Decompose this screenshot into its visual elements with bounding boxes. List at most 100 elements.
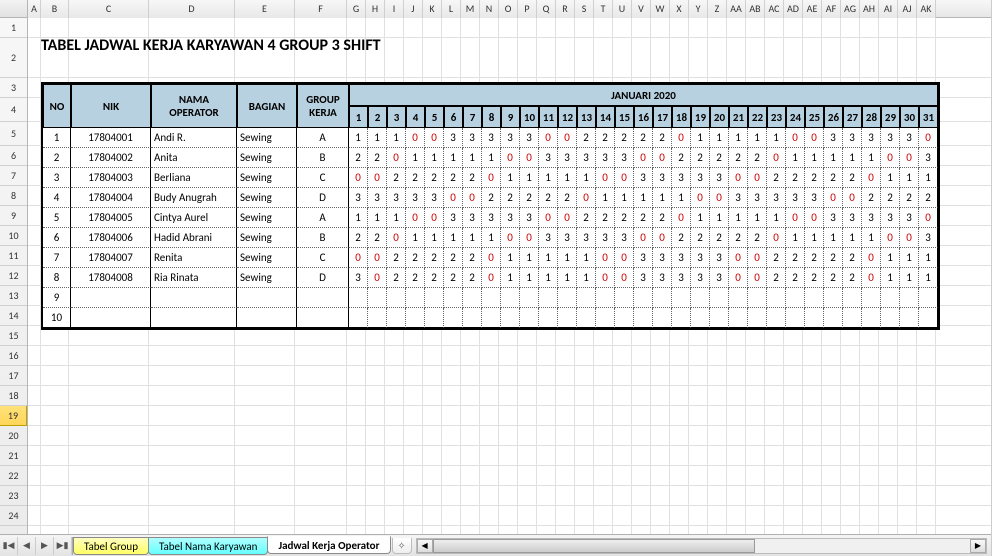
shift-cell[interactable]: 1 <box>558 168 577 188</box>
shift-cell[interactable]: 1 <box>672 188 691 208</box>
col-header-V[interactable]: V <box>632 0 651 18</box>
shift-cell[interactable] <box>596 308 615 328</box>
shift-cell[interactable] <box>881 288 900 308</box>
shift-cell[interactable]: 0 <box>862 168 881 188</box>
row-header-9[interactable]: 9 <box>0 206 27 226</box>
shift-cell[interactable]: 1 <box>463 148 482 168</box>
shift-cell[interactable] <box>805 288 824 308</box>
col-header-X[interactable]: X <box>670 0 689 18</box>
shift-cell[interactable]: 0 <box>615 268 634 288</box>
col-header-U[interactable]: U <box>613 0 632 18</box>
shift-cell[interactable]: 2 <box>653 208 672 228</box>
shift-cell[interactable]: 2 <box>425 168 444 188</box>
shift-cell[interactable]: 2 <box>767 168 786 188</box>
shift-cell[interactable] <box>615 308 634 328</box>
cell[interactable]: 7 <box>43 248 71 268</box>
shift-cell[interactable]: 3 <box>843 208 862 228</box>
shift-cell[interactable]: 2 <box>672 228 691 248</box>
col-header-T[interactable]: T <box>594 0 613 18</box>
cell[interactable]: 17804005 <box>71 208 151 228</box>
shift-cell[interactable] <box>482 288 501 308</box>
row-header-17[interactable]: 17 <box>0 366 27 386</box>
shift-cell[interactable]: 0 <box>729 168 748 188</box>
shift-cell[interactable] <box>387 308 406 328</box>
nav-last-button[interactable]: ▶▮ <box>54 537 72 555</box>
shift-cell[interactable]: 0 <box>368 268 387 288</box>
shift-cell[interactable]: 0 <box>767 228 786 248</box>
shift-cell[interactable] <box>900 308 919 328</box>
shift-cell[interactable] <box>767 308 786 328</box>
shift-cell[interactable] <box>406 288 425 308</box>
shift-cell[interactable]: 2 <box>596 208 615 228</box>
cell[interactable]: Cintya Aurel <box>151 208 237 228</box>
row-header-7[interactable]: 7 <box>0 166 27 186</box>
cell[interactable]: Sewing <box>237 268 297 288</box>
shift-cell[interactable] <box>710 308 729 328</box>
cell[interactable]: A <box>297 208 349 228</box>
shift-cell[interactable]: 3 <box>425 188 444 208</box>
shift-cell[interactable]: 3 <box>691 248 710 268</box>
shift-cell[interactable]: 2 <box>577 128 596 148</box>
shift-cell[interactable]: 1 <box>501 268 520 288</box>
col-header-R[interactable]: R <box>556 0 575 18</box>
shift-cell[interactable] <box>368 308 387 328</box>
tab-tabel-nama-karyawan[interactable]: Tabel Nama Karyawan <box>148 537 268 555</box>
shift-cell[interactable]: 0 <box>710 188 729 208</box>
cell[interactable]: 8 <box>43 268 71 288</box>
shift-cell[interactable] <box>691 288 710 308</box>
cell[interactable]: Sewing <box>237 228 297 248</box>
shift-cell[interactable]: 2 <box>368 228 387 248</box>
shift-cell[interactable]: 3 <box>520 128 539 148</box>
cell[interactable]: Andi R. <box>151 128 237 148</box>
shift-cell[interactable]: 2 <box>406 168 425 188</box>
shift-cell[interactable]: 1 <box>729 208 748 228</box>
shift-cell[interactable]: 2 <box>653 128 672 148</box>
shift-cell[interactable]: 1 <box>843 228 862 248</box>
shift-cell[interactable]: 2 <box>786 168 805 188</box>
shift-cell[interactable]: 0 <box>729 268 748 288</box>
shift-cell[interactable] <box>919 308 938 328</box>
shift-cell[interactable]: 1 <box>900 248 919 268</box>
shift-cell[interactable] <box>634 288 653 308</box>
shift-cell[interactable]: 3 <box>615 148 634 168</box>
col-header-N[interactable]: N <box>480 0 499 18</box>
col-header-J[interactable]: J <box>404 0 423 18</box>
cell[interactable]: 3 <box>43 168 71 188</box>
shift-cell[interactable]: 0 <box>539 128 558 148</box>
shift-cell[interactable]: 2 <box>767 268 786 288</box>
col-header-E[interactable]: E <box>235 0 295 18</box>
shift-cell[interactable] <box>387 288 406 308</box>
col-header-Y[interactable]: Y <box>689 0 708 18</box>
shift-cell[interactable]: 3 <box>387 188 406 208</box>
shift-cell[interactable] <box>843 308 862 328</box>
shift-cell[interactable]: 2 <box>919 188 938 208</box>
nav-next-button[interactable]: ▶ <box>36 537 54 555</box>
shift-cell[interactable] <box>482 308 501 328</box>
shift-cell[interactable] <box>748 288 767 308</box>
shift-cell[interactable]: 3 <box>919 228 938 248</box>
shift-cell[interactable]: 2 <box>729 228 748 248</box>
shift-cell[interactable] <box>539 288 558 308</box>
shift-cell[interactable]: 1 <box>539 248 558 268</box>
cell[interactable]: D <box>297 268 349 288</box>
shift-cell[interactable]: 1 <box>577 268 596 288</box>
cell[interactable] <box>71 308 151 328</box>
row-header-12[interactable]: 12 <box>0 266 27 286</box>
shift-cell[interactable]: 1 <box>520 248 539 268</box>
shift-cell[interactable]: 2 <box>482 188 501 208</box>
cell[interactable]: 5 <box>43 208 71 228</box>
shift-cell[interactable]: 2 <box>786 248 805 268</box>
shift-cell[interactable]: 2 <box>843 248 862 268</box>
shift-cell[interactable]: 2 <box>425 268 444 288</box>
shift-cell[interactable]: 3 <box>824 208 843 228</box>
shift-cell[interactable] <box>710 288 729 308</box>
shift-cell[interactable]: 2 <box>349 228 368 248</box>
shift-cell[interactable]: 0 <box>900 228 919 248</box>
cell[interactable]: B <box>297 228 349 248</box>
shift-cell[interactable] <box>596 288 615 308</box>
shift-cell[interactable]: 0 <box>577 188 596 208</box>
cell[interactable]: 17804001 <box>71 128 151 148</box>
shift-cell[interactable]: 1 <box>558 268 577 288</box>
shift-cell[interactable]: 0 <box>425 208 444 228</box>
shift-cell[interactable] <box>501 308 520 328</box>
